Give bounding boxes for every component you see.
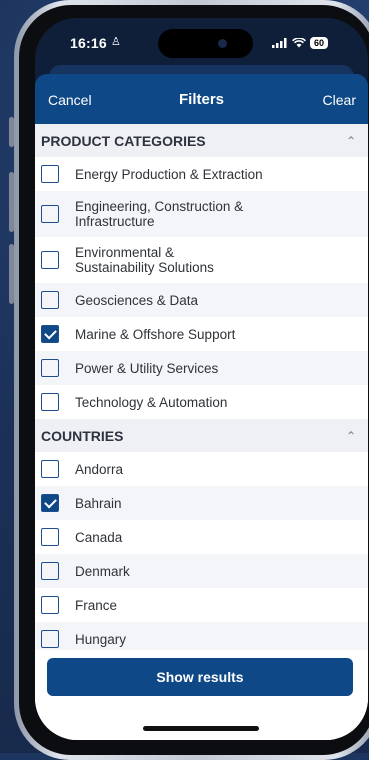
checkbox[interactable] — [41, 596, 59, 614]
option-label: Energy Production & Extraction — [75, 166, 263, 182]
filter-option[interactable]: France — [35, 588, 368, 622]
clear-button[interactable]: Clear — [323, 92, 356, 108]
filter-option[interactable]: Marine & Offshore Support — [35, 317, 368, 351]
home-indicator[interactable] — [143, 726, 259, 731]
option-label: Geosciences & Data — [75, 292, 199, 308]
volume-down-button — [9, 244, 14, 304]
option-label: Bahrain — [75, 495, 122, 511]
filter-option[interactable]: Canada — [35, 520, 368, 554]
checkbox[interactable] — [41, 630, 59, 648]
checkbox[interactable] — [41, 251, 59, 269]
checkbox[interactable] — [41, 494, 59, 512]
phone-screen: 16:16 ♙ 60 Cancel Filters Clear PRODUCT … — [35, 18, 368, 740]
filter-option[interactable]: Power & Utility Services — [35, 351, 368, 385]
option-label: Canada — [75, 529, 123, 545]
status-time: 16:16 — [70, 35, 107, 51]
section-title: COUNTRIES — [41, 427, 124, 444]
option-label: Andorra — [75, 461, 124, 477]
section-header-product-categories[interactable]: PRODUCT CATEGORIES ⌃ — [35, 124, 368, 157]
section-header-countries[interactable]: COUNTRIES ⌃ — [35, 419, 368, 452]
volume-up-button — [9, 172, 14, 232]
checkmark-icon — [43, 326, 57, 339]
option-label: Marine & Offshore Support — [75, 326, 236, 342]
filter-option[interactable]: Energy Production & Extraction — [35, 157, 368, 191]
action-button — [9, 117, 14, 147]
dynamic-island — [158, 29, 253, 58]
battery-icon: 60 — [310, 37, 329, 49]
camera-icon — [218, 39, 227, 48]
status-icons: 60 — [272, 37, 329, 49]
checkbox[interactable] — [41, 359, 59, 377]
checkbox[interactable] — [41, 165, 59, 183]
checkbox[interactable] — [41, 460, 59, 478]
page-title: Filters — [178, 91, 224, 108]
person-icon: ♙ — [111, 36, 121, 48]
checkbox[interactable] — [41, 325, 59, 343]
checkmark-icon — [43, 495, 57, 508]
cellular-signal-icon — [272, 38, 287, 48]
filter-option[interactable]: Environmental & Sustainability Solutions — [35, 237, 368, 283]
option-label: Hungary — [75, 631, 127, 647]
section-title: PRODUCT CATEGORIES — [41, 132, 206, 149]
filter-option[interactable]: Geosciences & Data — [35, 283, 368, 317]
option-label: Engineering, Construction & Infrastructu… — [75, 199, 244, 229]
wifi-icon — [292, 38, 306, 48]
show-results-button[interactable]: Show results — [47, 658, 353, 696]
filter-option[interactable]: Andorra — [35, 452, 368, 486]
option-label: Technology & Automation — [75, 394, 228, 410]
checkbox[interactable] — [41, 291, 59, 309]
checkbox[interactable] — [41, 205, 59, 223]
option-label: France — [75, 597, 118, 613]
filter-option[interactable]: Bahrain — [35, 486, 368, 520]
option-label: Denmark — [75, 563, 130, 579]
option-label: Power & Utility Services — [75, 360, 219, 376]
checkbox[interactable] — [41, 562, 59, 580]
filter-option[interactable]: Engineering, Construction & Infrastructu… — [35, 191, 368, 237]
checkbox[interactable] — [41, 393, 59, 411]
footer: Show results — [35, 650, 368, 740]
filter-option[interactable]: Technology & Automation — [35, 385, 368, 419]
nav-bar: Cancel Filters Clear — [35, 74, 368, 124]
filter-option[interactable]: Denmark — [35, 554, 368, 588]
checkbox[interactable] — [41, 528, 59, 546]
option-label: Environmental & Sustainability Solutions — [75, 245, 214, 275]
chevron-up-icon[interactable]: ⌃ — [346, 134, 356, 148]
chevron-up-icon[interactable]: ⌃ — [346, 429, 356, 443]
filter-list: PRODUCT CATEGORIES ⌃ Energy Production &… — [35, 124, 368, 740]
